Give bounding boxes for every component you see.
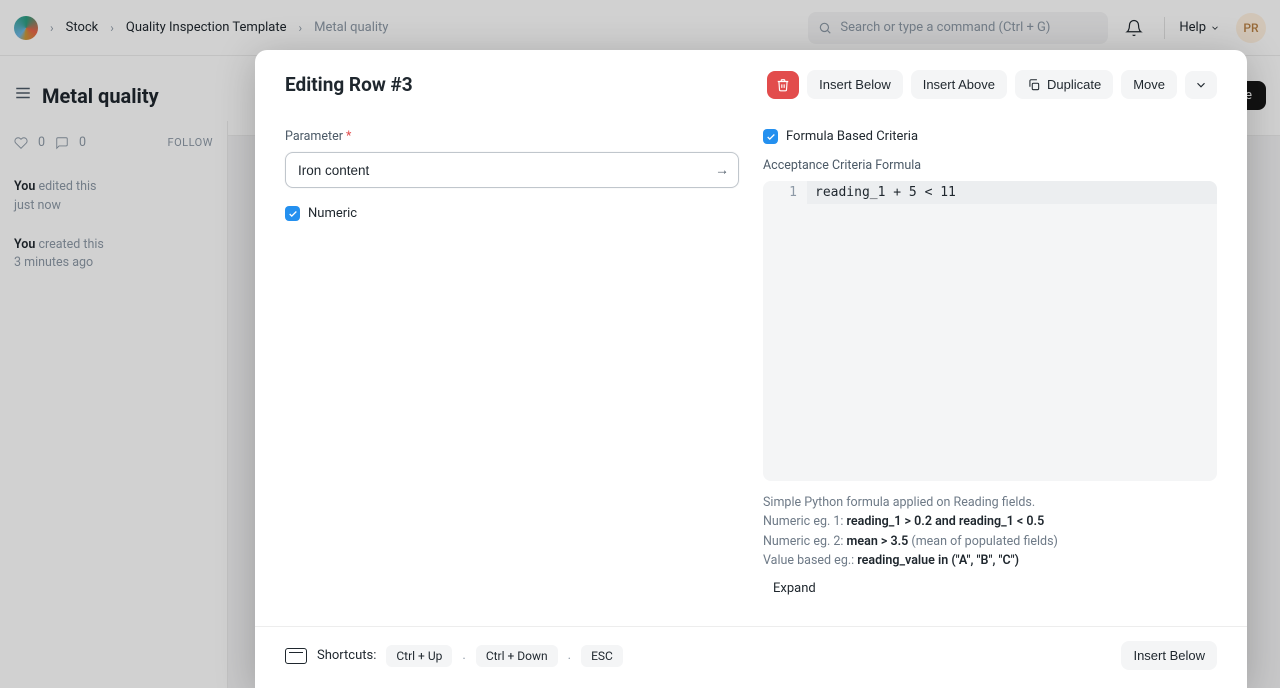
more-actions-button[interactable] bbox=[1185, 71, 1217, 99]
bell-icon bbox=[1125, 19, 1143, 37]
footer-insert-below-button[interactable]: Insert Below bbox=[1121, 641, 1217, 670]
feed-item: You created this 3 minutes ago bbox=[14, 236, 213, 274]
chevron-down-icon bbox=[1210, 23, 1220, 33]
line-number: 1 bbox=[763, 181, 807, 204]
parameter-label: Parameter* bbox=[285, 129, 739, 144]
left-sidebar: 0 0 FOLLOW You edited this just now You … bbox=[0, 121, 228, 688]
search-input[interactable]: Search or type a command (Ctrl + G) bbox=[808, 12, 1108, 44]
move-button[interactable]: Move bbox=[1121, 70, 1177, 99]
modal-right-column: Formula Based Criteria Acceptance Criter… bbox=[763, 129, 1217, 616]
shortcut-ctrl-down: Ctrl + Down bbox=[476, 645, 558, 667]
expand-button[interactable]: Expand bbox=[773, 581, 816, 596]
trash-icon bbox=[776, 78, 790, 92]
delete-row-button[interactable] bbox=[767, 71, 799, 99]
edit-row-modal: Editing Row #3 Insert Below Insert Above… bbox=[255, 50, 1247, 688]
feed-item: You edited this just now bbox=[14, 178, 213, 216]
insert-above-button[interactable]: Insert Above bbox=[911, 70, 1007, 99]
sidebar-toggle[interactable] bbox=[14, 84, 32, 107]
check-icon bbox=[288, 209, 298, 219]
copy-icon bbox=[1027, 78, 1041, 92]
modal-title: Editing Row #3 bbox=[285, 73, 759, 96]
breadcrumb-current: Metal quality bbox=[314, 20, 388, 35]
comment-icon[interactable] bbox=[55, 136, 69, 150]
app-logo bbox=[14, 16, 38, 40]
formula-based-criteria-label: Formula Based Criteria bbox=[786, 129, 918, 144]
help-menu[interactable]: Help bbox=[1179, 20, 1220, 35]
acceptance-criteria-formula-label: Acceptance Criteria Formula bbox=[763, 158, 1217, 173]
shortcuts-label: Shortcuts: bbox=[317, 648, 376, 663]
formula-editor[interactable]: 1 reading_1 + 5 < 11 bbox=[763, 181, 1217, 481]
shortcut-ctrl-up: Ctrl + Up bbox=[386, 645, 452, 667]
help-label: Help bbox=[1179, 20, 1206, 35]
divider bbox=[1164, 17, 1165, 39]
modal-left-column: Parameter* → Numeric bbox=[285, 129, 739, 616]
search-placeholder: Search or type a command (Ctrl + G) bbox=[840, 20, 1050, 35]
modal-footer: Shortcuts: Ctrl + Up . Ctrl + Down . ESC… bbox=[255, 626, 1247, 688]
comment-count: 0 bbox=[79, 135, 86, 150]
numeric-label: Numeric bbox=[308, 206, 357, 221]
modal-header: Editing Row #3 Insert Below Insert Above… bbox=[255, 50, 1247, 109]
notifications-button[interactable] bbox=[1118, 12, 1150, 44]
navbar: › Stock › Quality Inspection Template › … bbox=[0, 0, 1280, 56]
insert-below-button[interactable]: Insert Below bbox=[807, 70, 903, 99]
avatar[interactable]: PR bbox=[1236, 13, 1266, 43]
duplicate-button[interactable]: Duplicate bbox=[1015, 70, 1113, 99]
formula-help-text: Simple Python formula applied on Reading… bbox=[763, 493, 1217, 571]
search-icon bbox=[818, 21, 832, 35]
chevron-right-icon: › bbox=[48, 21, 56, 35]
breadcrumb-stock[interactable]: Stock bbox=[66, 20, 99, 35]
shortcut-esc: ESC bbox=[581, 645, 623, 667]
follow-button[interactable]: FOLLOW bbox=[168, 136, 213, 149]
page-title: Metal quality bbox=[42, 84, 159, 108]
heart-icon[interactable] bbox=[14, 136, 28, 150]
menu-icon bbox=[14, 84, 32, 102]
formula-based-criteria-checkbox[interactable] bbox=[763, 129, 778, 144]
parameter-input[interactable] bbox=[285, 152, 739, 188]
chevron-down-icon bbox=[1194, 78, 1208, 92]
check-icon bbox=[766, 132, 776, 142]
keyboard-icon bbox=[285, 648, 307, 664]
chevron-right-icon: › bbox=[297, 21, 305, 35]
chevron-right-icon: › bbox=[108, 21, 116, 35]
formula-code[interactable]: reading_1 + 5 < 11 bbox=[807, 181, 1217, 204]
breadcrumb-qit[interactable]: Quality Inspection Template bbox=[126, 20, 287, 35]
like-count: 0 bbox=[38, 135, 45, 150]
arrow-right-icon[interactable]: → bbox=[715, 162, 729, 179]
numeric-checkbox[interactable] bbox=[285, 206, 300, 221]
